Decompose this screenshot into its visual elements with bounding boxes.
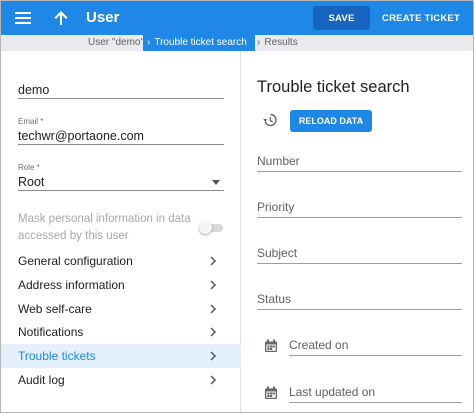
menu-icon[interactable]: [13, 8, 33, 28]
breadcrumb-user[interactable]: User "demo": [88, 35, 144, 51]
last-updated-on-placeholder: Last updated on: [289, 385, 376, 399]
email-field[interactable]: Email * techwr@portaone.com: [18, 117, 224, 145]
toggle-knob: [199, 221, 212, 234]
mask-personal-info-toggle[interactable]: [199, 221, 223, 234]
nav-item-label: Address information: [18, 278, 125, 292]
app-bar: User SAVE CREATE TICKET: [1, 1, 473, 35]
breadcrumb-label: Results: [264, 37, 298, 48]
subject-input[interactable]: Subject: [257, 242, 462, 264]
status-placeholder: Status: [257, 292, 292, 306]
history-icon[interactable]: [262, 112, 278, 128]
app-window: User SAVE CREATE TICKET User "demo" › Tro…: [0, 0, 474, 413]
nav-item-label: Audit log: [18, 373, 65, 387]
created-on-input[interactable]: Created on: [289, 334, 462, 356]
role-value: Root: [18, 173, 224, 191]
number-input[interactable]: Number: [257, 150, 462, 172]
number-placeholder: Number: [257, 154, 300, 168]
nav-item-label: General configuration: [18, 254, 133, 268]
chevron-right-icon: [210, 280, 217, 290]
mask-personal-info-label: Mask personal information in data access…: [18, 213, 191, 242]
arrow-up-icon[interactable]: [51, 8, 71, 28]
breadcrumb: User "demo" › Trouble ticket search › Resu…: [1, 35, 473, 51]
caret-down-icon: [212, 180, 220, 185]
email-label: Email *: [18, 117, 44, 126]
save-button[interactable]: SAVE: [313, 6, 370, 30]
nav-item-label: Trouble tickets: [18, 349, 96, 363]
priority-placeholder: Priority: [257, 200, 295, 214]
chevron-right-icon: [210, 327, 217, 337]
nav-item-label: Web self-care: [18, 302, 92, 316]
breadcrumb-label: Trouble ticket search: [154, 37, 247, 48]
nav-item-trouble-tickets[interactable]: Trouble tickets: [1, 344, 241, 368]
chevron-right-icon: [210, 351, 217, 361]
nav-item-notifications[interactable]: Notifications: [1, 320, 241, 344]
calendar-icon[interactable]: [264, 386, 278, 400]
ticket-search-panel: Trouble ticket search RELOAD DATA Number…: [242, 51, 473, 412]
chevron-right-icon: ›: [147, 37, 151, 48]
role-select[interactable]: Role * Root: [18, 163, 224, 191]
status-input[interactable]: Status: [257, 288, 462, 310]
email-value: techwr@portaone.com: [18, 127, 224, 145]
breadcrumb-results[interactable]: › Results: [257, 35, 298, 51]
page-title: User: [86, 9, 120, 26]
nav-item-audit-log[interactable]: Audit log: [1, 368, 241, 392]
user-panel: demo Email * techwr@portaone.com Role * …: [1, 51, 241, 412]
nav-item-label: Notifications: [18, 325, 84, 339]
nav-item-address-information[interactable]: Address information: [1, 273, 241, 297]
chevron-right-icon: [210, 304, 217, 314]
role-label: Role *: [18, 163, 40, 172]
create-ticket-button[interactable]: CREATE TICKET: [373, 6, 469, 30]
breadcrumb-trouble-ticket-search[interactable]: › Trouble ticket search: [143, 35, 255, 51]
chevron-right-icon: [210, 375, 217, 385]
chevron-right-icon: [210, 256, 217, 266]
chevron-right-icon: ›: [257, 37, 261, 48]
last-updated-on-input[interactable]: Last updated on: [289, 381, 462, 403]
login-field[interactable]: demo: [18, 81, 224, 99]
breadcrumb-label: User "demo": [88, 37, 145, 48]
search-title: Trouble ticket search: [257, 78, 410, 96]
calendar-icon[interactable]: [264, 339, 278, 353]
login-value: demo: [18, 81, 224, 99]
nav-item-web-self-care[interactable]: Web self-care: [1, 297, 241, 321]
nav-item-general-configuration[interactable]: General configuration: [1, 249, 241, 273]
subject-placeholder: Subject: [257, 246, 298, 260]
priority-input[interactable]: Priority: [257, 196, 462, 218]
reload-data-button[interactable]: RELOAD DATA: [290, 110, 372, 132]
created-on-placeholder: Created on: [289, 338, 349, 352]
